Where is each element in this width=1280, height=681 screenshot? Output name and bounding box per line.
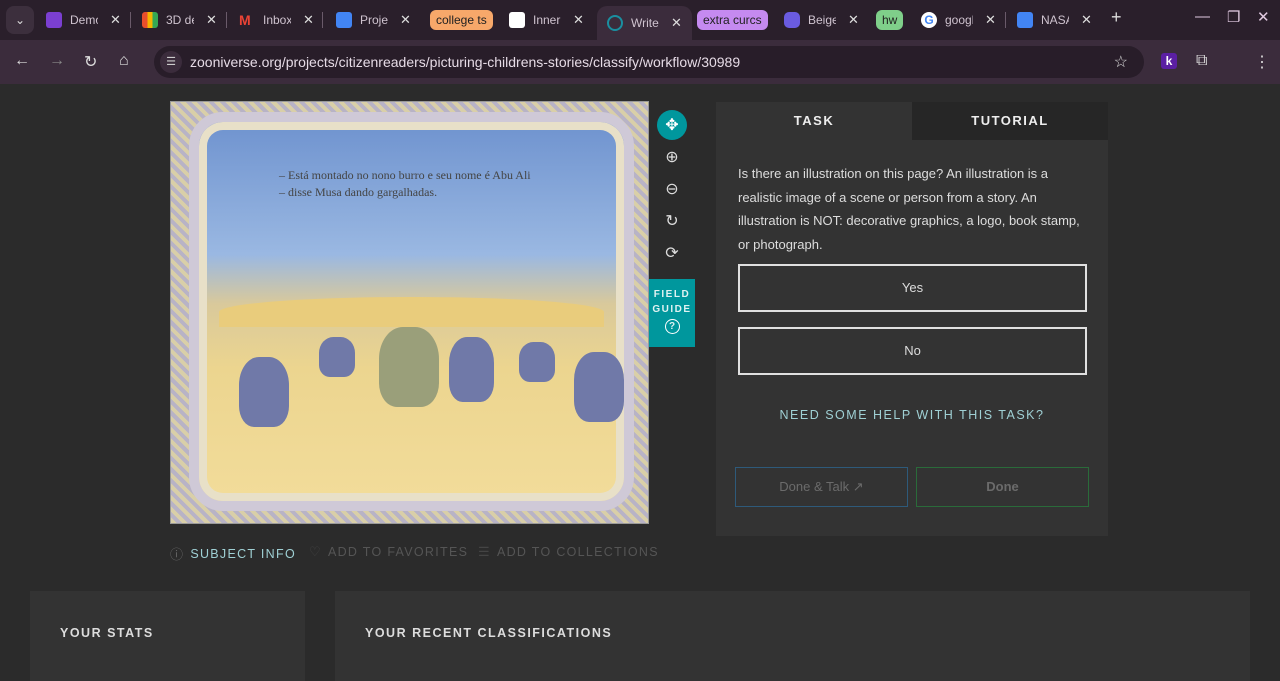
zoom-in-icon[interactable]: ⊕ [657, 142, 687, 172]
url-text[interactable]: zooniverse.org/projects/citizenreaders/p… [190, 54, 740, 70]
close-icon[interactable]: ✕ [303, 12, 314, 28]
close-icon[interactable]: ✕ [400, 12, 411, 28]
task-question: Is there an illustration on this page? A… [738, 166, 1080, 252]
bookmark-star-icon[interactable]: ☆ [1114, 52, 1128, 72]
rotate-icon[interactable]: ↻ [657, 206, 687, 236]
zoom-out-icon[interactable]: ⊖ [657, 174, 687, 204]
external-link-icon: ↗ [852, 479, 864, 494]
help-icon: ? [664, 319, 680, 334]
google-icon: G [921, 12, 937, 28]
move-icon[interactable]: ✥ [657, 110, 687, 140]
divider [1005, 12, 1006, 28]
tab-search-button[interactable]: ⌄ [6, 6, 34, 34]
tab-favicon-icon [46, 12, 62, 28]
restore-icon[interactable]: ❐ [1227, 8, 1240, 26]
tab[interactable]: Demo✕ [46, 6, 121, 34]
tab-favicon-icon [142, 12, 158, 28]
donkey [239, 357, 289, 427]
reset-icon[interactable]: ⟳ [657, 238, 687, 268]
tab[interactable]: NASA✕ [1017, 6, 1092, 34]
close-icon[interactable]: ✕ [206, 12, 217, 28]
minimize-icon[interactable]: — [1195, 8, 1210, 25]
divider [226, 12, 227, 28]
donkey [574, 352, 624, 422]
list-icon: ☰ [478, 544, 491, 559]
done-button[interactable]: Done [916, 467, 1089, 507]
tab-favicon-icon [784, 12, 800, 28]
add-to-collections-button[interactable]: ☰ ADD TO COLLECTIONS [478, 544, 659, 560]
donkey [319, 337, 355, 377]
extensions-puzzle-icon[interactable]: ⧉ [1196, 52, 1207, 70]
docs-icon [336, 12, 352, 28]
tab-tutorial[interactable]: TUTORIAL [912, 102, 1108, 140]
docs-icon [1017, 12, 1033, 28]
tab[interactable]: Project✕ [336, 6, 411, 34]
illustration: – Está montado no nono burro e seu nome … [189, 112, 634, 511]
field-guide-button[interactable]: FIELD GUIDE ? [649, 279, 695, 347]
gmail-icon: M [239, 12, 251, 28]
reload-icon[interactable]: ↻ [84, 52, 97, 72]
close-icon[interactable]: ✕ [985, 12, 996, 28]
close-icon[interactable]: ✕ [573, 12, 584, 28]
browser-toolbar: ← → ↻ ⌂ ☰ zooniverse.org/projects/citize… [0, 40, 1280, 84]
tab[interactable]: Beige ✕ [784, 6, 859, 34]
divider [322, 12, 323, 28]
extension-k-icon[interactable]: k [1161, 53, 1177, 69]
task-panel: TASK TUTORIAL Is there an illustration o… [716, 102, 1108, 536]
your-stats-card: YOUR STATS [30, 591, 305, 681]
close-icon[interactable]: ✕ [671, 15, 682, 31]
tab-group-hw[interactable]: hw [876, 10, 904, 30]
tab-strip: ⌄ Demo✕ 3D design✕ MInbox✕ Project✕ coll… [0, 0, 1280, 40]
tab[interactable]: 3D design✕ [142, 6, 217, 34]
dunes [219, 297, 604, 327]
info-icon: ⓘ [170, 547, 185, 562]
tab-task[interactable]: TASK [716, 102, 912, 140]
answer-yes-button[interactable]: Yes [738, 264, 1087, 312]
tab[interactable]: Inner ✕ [509, 6, 584, 34]
image-toolbar: ✥ ⊕ ⊖ ↻ ⟳ [657, 110, 687, 270]
recent-classifications-card: YOUR RECENT CLASSIFICATIONS [335, 591, 1250, 681]
tab-group-college-ts[interactable]: college ts [430, 10, 493, 30]
close-icon[interactable]: ✕ [1081, 12, 1092, 28]
new-tab-icon[interactable]: + [1111, 7, 1122, 28]
donkey [519, 342, 555, 382]
image-caption: – Está montado no nono burro e seu nome … [279, 168, 531, 199]
menu-icon[interactable]: ⋮ [1254, 52, 1270, 72]
forward-icon[interactable]: → [49, 52, 65, 70]
tab[interactable]: Ggoogle✕ [921, 6, 996, 34]
home-icon[interactable]: ⌂ [119, 52, 129, 70]
close-icon[interactable]: ✕ [848, 12, 859, 28]
tab-active[interactable]: Write ✕ [597, 6, 692, 40]
close-window-icon[interactable]: ✕ [1257, 8, 1270, 26]
address-bar[interactable]: ☰ zooniverse.org/projects/citizenreaders… [154, 46, 1144, 78]
classify-page: – Está montado no nono burro e seu nome … [0, 84, 1280, 681]
figure [379, 327, 439, 407]
heart-icon: ♡ [309, 544, 322, 559]
tab[interactable]: M Inbox ✕ [239, 6, 314, 34]
tab-favicon-icon [509, 12, 525, 28]
close-icon[interactable]: ✕ [110, 12, 121, 28]
donkey [449, 337, 494, 402]
subject-info-button[interactable]: ⓘ SUBJECT INFO [170, 544, 296, 563]
subject-image[interactable]: – Está montado no nono burro e seu nome … [170, 101, 649, 524]
add-to-favorites-button[interactable]: ♡ ADD TO FAVORITES [309, 544, 468, 560]
divider [130, 12, 131, 28]
answer-no-button[interactable]: No [738, 327, 1087, 375]
zooniverse-icon [607, 15, 623, 31]
site-info-icon[interactable]: ☰ [160, 51, 182, 73]
back-icon[interactable]: ← [14, 52, 30, 70]
tab-group-extra-curcs[interactable]: extra curcs [697, 10, 768, 30]
need-help-link[interactable]: NEED SOME HELP WITH THIS TASK? [716, 408, 1108, 422]
done-and-talk-button[interactable]: Done & Talk ↗ [735, 467, 908, 507]
